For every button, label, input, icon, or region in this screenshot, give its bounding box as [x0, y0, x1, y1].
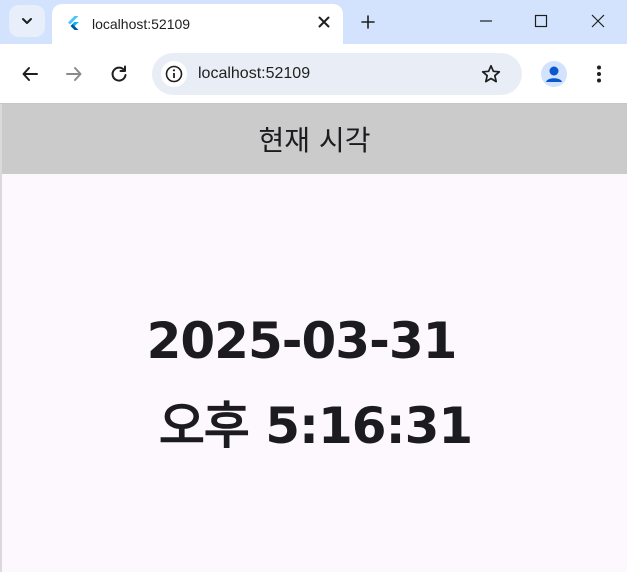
chevron-down-icon [22, 18, 32, 24]
app-bar: 현재 시각 [2, 104, 627, 174]
avatar-icon [546, 66, 562, 82]
reload-button[interactable] [105, 60, 133, 88]
current-time: 오후 5:16:31 [158, 397, 473, 455]
more-vertical-icon [597, 65, 601, 83]
site-info-button[interactable] [161, 61, 187, 87]
minimize-icon [480, 20, 492, 22]
browser-menu-button[interactable] [588, 61, 610, 87]
reload-icon [111, 65, 127, 82]
arrow-right-icon [66, 67, 82, 81]
tab-strip: localhost:52109 [0, 0, 627, 44]
new-tab-button[interactable] [355, 9, 381, 35]
close-icon [591, 14, 605, 28]
maximize-icon [534, 14, 548, 28]
plus-icon [361, 15, 375, 29]
close-icon [318, 16, 330, 28]
star-icon [481, 64, 501, 83]
arrow-left-icon [22, 67, 38, 81]
flutter-favicon-icon [68, 16, 79, 30]
maximize-button[interactable] [521, 6, 561, 36]
address-bar[interactable]: localhost:52109 [152, 53, 522, 95]
app-bar-title: 현재 시각 [258, 124, 371, 157]
forward-button[interactable] [60, 60, 88, 88]
current-date: 2025-03-31 [146, 312, 458, 370]
browser-tab[interactable]: localhost:52109 [52, 4, 343, 44]
profile-button[interactable] [541, 61, 567, 87]
bookmark-button[interactable] [480, 63, 502, 85]
tab-search-button[interactable] [9, 5, 45, 37]
minimize-button[interactable] [466, 6, 506, 36]
tab-title: localhost:52109 [92, 16, 191, 32]
browser-toolbar: localhost:52109 [0, 44, 627, 104]
clock-body: 2025-03-31 오후 5:16:31 [2, 174, 627, 572]
window-close-button[interactable] [578, 6, 618, 36]
info-icon [165, 65, 183, 83]
back-button[interactable] [16, 60, 44, 88]
address-text: localhost:52109 [198, 65, 311, 82]
tab-close-button[interactable] [314, 12, 334, 32]
